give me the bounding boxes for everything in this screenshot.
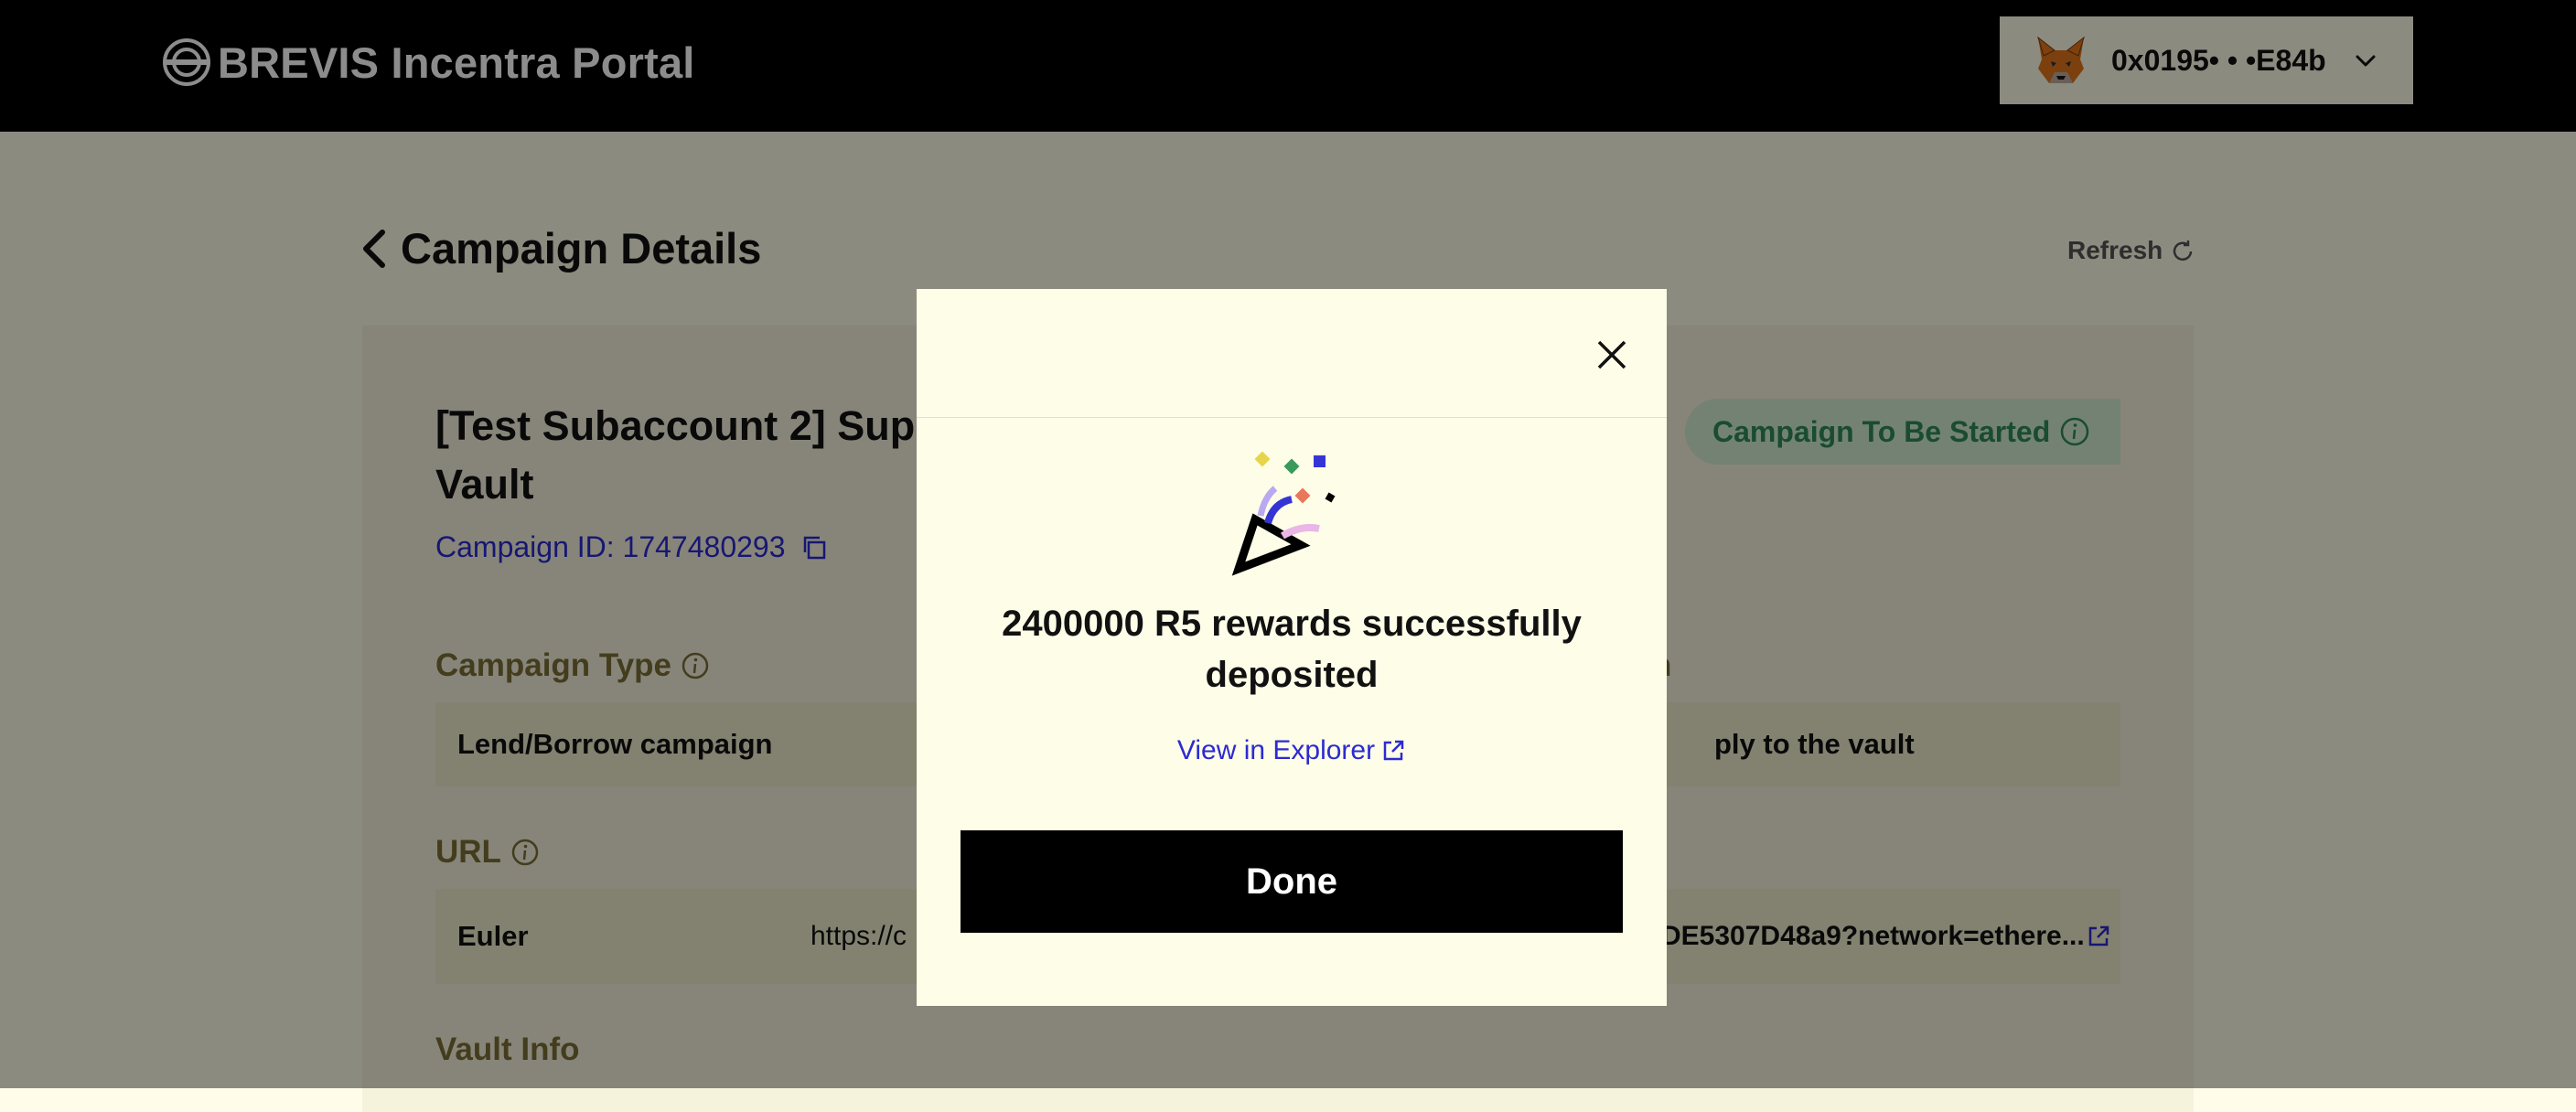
done-button[interactable]: Done [961, 830, 1623, 933]
close-icon[interactable] [1594, 337, 1630, 373]
success-modal: 2400000 R5 rewards successfully deposite… [917, 289, 1667, 1006]
view-in-explorer-text[interactable]: View in Explorer [1177, 735, 1375, 766]
external-link-icon[interactable] [1380, 738, 1406, 764]
party-popper-icon [1231, 452, 1336, 576]
modal-divider [917, 417, 1667, 418]
view-in-explorer-link[interactable]: View in Explorer [917, 735, 1667, 766]
success-message: 2400000 R5 rewards successfully deposite… [1002, 604, 1582, 695]
